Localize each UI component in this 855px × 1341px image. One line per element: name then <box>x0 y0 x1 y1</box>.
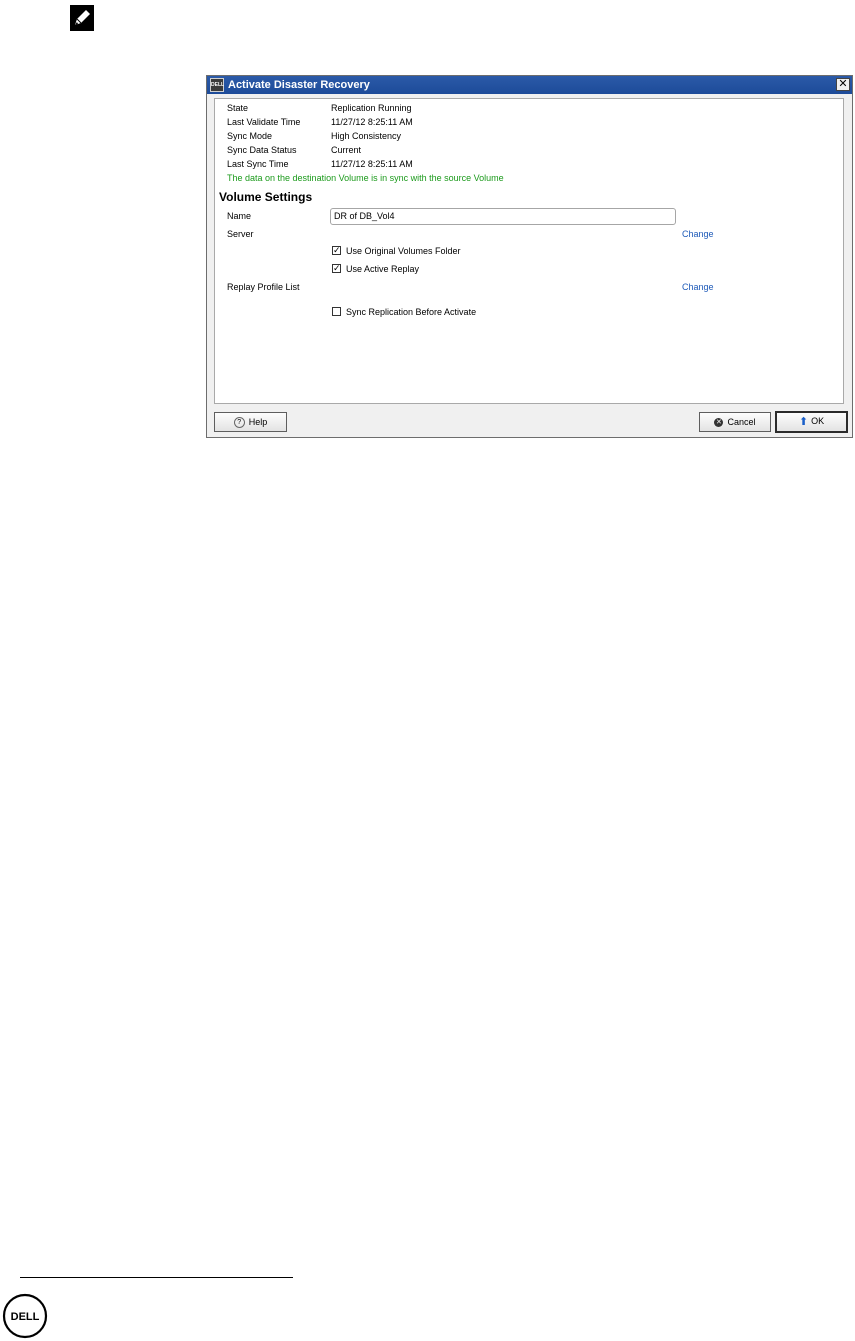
server-change-link[interactable]: Change <box>682 229 714 239</box>
close-button[interactable]: ✕ <box>836 78 850 91</box>
volume-settings-heading: Volume Settings <box>219 190 313 204</box>
dell-logo-text: DELL <box>11 1311 40 1323</box>
note-pencil-icon <box>70 5 94 31</box>
server-label: Server <box>227 229 254 239</box>
use-original-volumes-folder-checkbox[interactable]: ✓ <box>332 246 341 255</box>
status-label: Last Validate Time <box>227 117 301 127</box>
help-button[interactable]: ? Help <box>214 412 287 432</box>
status-value: High Consistency <box>331 131 402 141</box>
status-value: Replication Running <box>331 103 412 113</box>
cancel-button-label: Cancel <box>727 417 756 427</box>
status-value: 11/27/12 8:25:11 AM <box>331 117 413 127</box>
cancel-button[interactable]: ✕ Cancel <box>699 412 771 432</box>
app-icon: DELL <box>210 78 224 92</box>
checkbox-label: Use Active Replay <box>346 264 420 274</box>
dialog-title: Activate Disaster Recovery <box>228 79 370 91</box>
replay-profile-list-label: Replay Profile List <box>227 282 300 292</box>
ok-button[interactable]: ⬆ OK <box>775 411 848 433</box>
status-label: Sync Data Status <box>227 145 297 155</box>
cancel-x-icon: ✕ <box>714 418 724 428</box>
question-icon: ? <box>233 417 245 429</box>
sync-status-message: The data on the destination Volume is in… <box>227 173 504 183</box>
status-label: Sync Mode <box>227 131 273 141</box>
checkbox-label: Sync Replication Before Activate <box>346 307 477 317</box>
ok-button-label: OK <box>811 416 825 426</box>
up-arrow-icon: ⬆ <box>798 415 809 428</box>
activate-disaster-recovery-dialog: DELL Activate Disaster Recovery ✕ State … <box>206 75 853 438</box>
status-value: Current <box>331 145 362 155</box>
checkbox-label: Use Original Volumes Folder <box>346 246 461 256</box>
use-active-replay-checkbox[interactable]: ✓ <box>332 264 341 273</box>
replay-profile-change-link[interactable]: Change <box>682 282 714 292</box>
name-label: Name <box>227 211 252 221</box>
footnote-divider <box>20 1277 293 1278</box>
volume-name-input[interactable]: DR of DB_Vol4 <box>330 208 676 225</box>
status-label: State <box>227 103 249 113</box>
help-button-label: Help <box>248 417 268 427</box>
status-label: Last Sync Time <box>227 159 289 169</box>
dialog-titlebar: DELL Activate Disaster Recovery ✕ <box>207 76 852 94</box>
dell-logo: DELL <box>2 1293 48 1339</box>
sync-replication-before-activate-checkbox[interactable] <box>332 307 341 316</box>
status-value: 11/27/12 8:25:11 AM <box>331 159 413 169</box>
content-panel: State Replication Running Last Validate … <box>214 98 844 404</box>
